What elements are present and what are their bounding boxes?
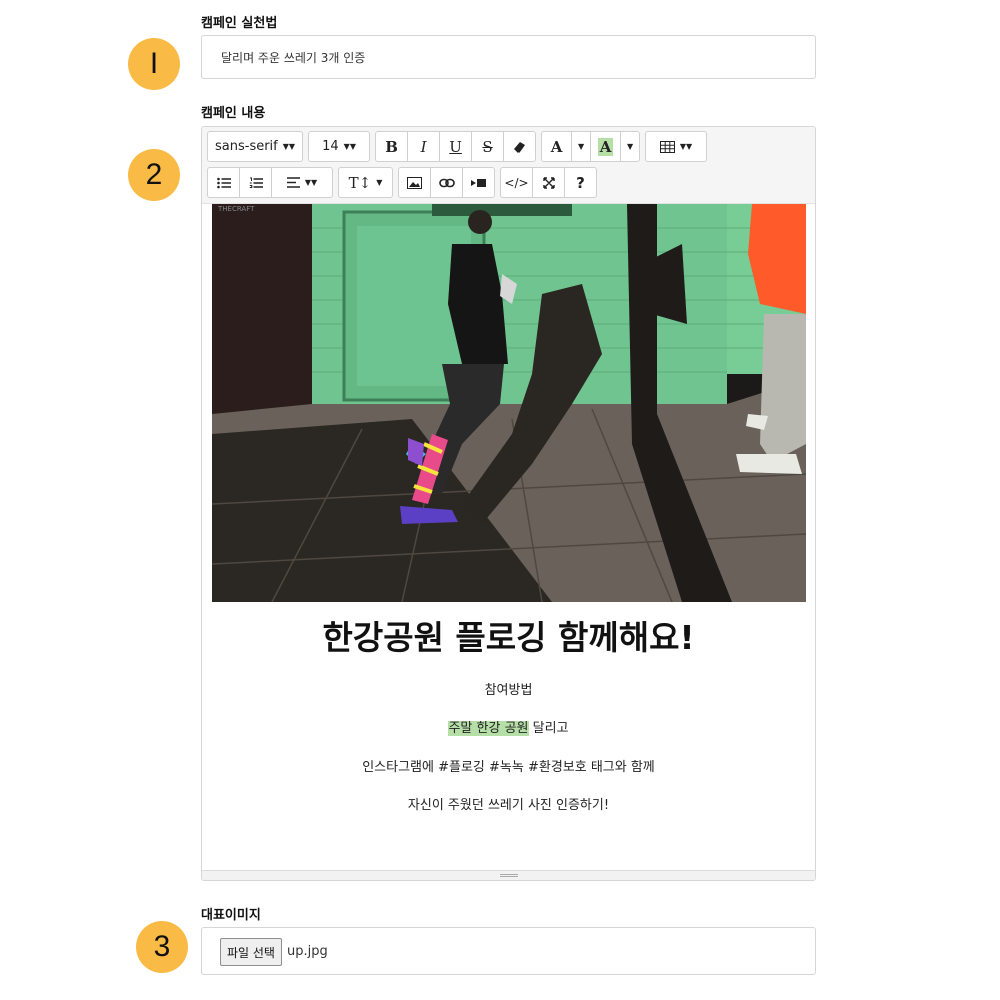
choose-file-button[interactable]: 파일 선택: [220, 938, 282, 966]
font-color-button[interactable]: A: [541, 131, 573, 162]
fullscreen-icon: [542, 176, 555, 189]
strikethrough-icon: S: [482, 137, 493, 156]
content-heading: 한강공원 플로깅 함께해요!: [322, 618, 695, 657]
numbered-list-icon: [249, 177, 263, 188]
step-badge-1: I: [128, 38, 180, 90]
highlight-color-icon: A: [597, 137, 614, 156]
highlighted-text: 주말 한강 공원: [448, 721, 529, 736]
table-dropdown[interactable]: ▼▼: [645, 131, 708, 162]
resize-grip-icon: [500, 874, 518, 877]
insert-picture-button[interactable]: [398, 167, 431, 198]
content-photo: THECRAFT: [212, 204, 806, 602]
chevron-down-icon: ▼▼: [304, 178, 318, 187]
underline-button[interactable]: U: [439, 131, 473, 162]
toolbar-row-2: ▼▼ T↕ ▼ </> ?: [207, 167, 602, 198]
code-view-button[interactable]: </>: [500, 167, 533, 198]
campaign-method-label: 캠페인 실천법: [201, 16, 278, 31]
bold-button[interactable]: B: [375, 131, 409, 162]
ordered-list-button[interactable]: [239, 167, 272, 198]
italic-icon: I: [420, 137, 427, 156]
font-color-dropdown[interactable]: ▼: [571, 131, 592, 162]
chevron-down-icon: ▼▼: [282, 142, 296, 151]
bold-icon: B: [385, 137, 398, 156]
bullet-list-icon: [216, 177, 231, 188]
content-paragraph-1: 참여방법: [484, 683, 533, 698]
paragraph-2-rest: 달리고: [528, 721, 569, 736]
rich-text-editor[interactable]: sans-serif ▼▼ 14 ▼▼ B I U S A ▼ A ▼ ▼▼ ▼…: [201, 126, 816, 881]
highlight-color-button[interactable]: A: [590, 131, 622, 162]
strikethrough-button[interactable]: S: [471, 131, 505, 162]
picture-icon: [407, 176, 422, 189]
image-watermark: THECRAFT: [217, 205, 255, 213]
font-size-dropdown[interactable]: 14 ▼▼: [308, 131, 371, 162]
insert-link-button[interactable]: [430, 167, 463, 198]
italic-button[interactable]: I: [407, 131, 441, 162]
eraser-icon: [513, 141, 525, 152]
unordered-list-button[interactable]: [207, 167, 240, 198]
chevron-down-icon: ▼: [626, 142, 634, 151]
representative-image-label: 대표이미지: [201, 908, 261, 923]
font-size-value: 14: [322, 139, 339, 154]
toolbar-row-1: sans-serif ▼▼ 14 ▼▼ B I U S A ▼ A ▼ ▼▼: [207, 131, 712, 162]
chevron-down-icon: ▼▼: [343, 142, 356, 151]
chevron-down-icon: ▼: [577, 142, 585, 151]
table-icon: [659, 140, 675, 153]
chevron-down-icon: ▼: [376, 178, 383, 187]
clear-format-button[interactable]: [503, 131, 537, 162]
link-icon: [438, 178, 455, 187]
fullscreen-button[interactable]: [532, 167, 565, 198]
campaign-content-label: 캠페인 내용: [201, 106, 266, 121]
underline-icon: U: [449, 137, 462, 156]
step-badge-3: 3: [136, 921, 188, 973]
content-paragraph-3: 인스타그램에 #플로깅 #녹녹 #환경보호 태그와 함께: [362, 760, 655, 775]
editor-toolbar: sans-serif ▼▼ 14 ▼▼ B I U S A ▼ A ▼ ▼▼ ▼…: [202, 127, 815, 204]
help-icon: ?: [576, 173, 585, 192]
content-paragraph-4: 자신이 주웠던 쓰레기 사진 인증하기!: [407, 798, 610, 813]
align-left-icon: [286, 177, 300, 188]
font-family-value: sans-serif: [215, 139, 278, 154]
line-height-icon: T↕: [348, 173, 372, 192]
insert-video-button[interactable]: [462, 167, 495, 198]
representative-image-file-input: 파일 선택 up.jpg: [201, 927, 816, 975]
highlight-color-dropdown[interactable]: ▼: [620, 131, 641, 162]
video-icon: [471, 178, 486, 187]
content-paragraph-2: 주말 한강 공원 달리고: [202, 717, 815, 736]
font-family-dropdown[interactable]: sans-serif ▼▼: [207, 131, 304, 162]
selected-filename: up.jpg: [287, 944, 328, 959]
code-icon: </>: [504, 175, 529, 190]
step-badge-2: 2: [128, 149, 180, 201]
campaign-method-value: 달리며 주운 쓰레기 3개 인증: [221, 50, 366, 65]
paragraph-align-dropdown[interactable]: ▼▼: [271, 167, 333, 198]
runner-photo-illustration: THECRAFT: [212, 204, 806, 602]
font-color-icon: A: [550, 137, 563, 156]
editor-resize-handle[interactable]: [202, 870, 815, 880]
line-height-dropdown[interactable]: T↕ ▼: [338, 167, 393, 198]
chevron-down-icon: ▼▼: [679, 142, 693, 151]
help-button[interactable]: ?: [564, 167, 597, 198]
campaign-method-input[interactable]: 달리며 주운 쓰레기 3개 인증: [201, 35, 816, 79]
